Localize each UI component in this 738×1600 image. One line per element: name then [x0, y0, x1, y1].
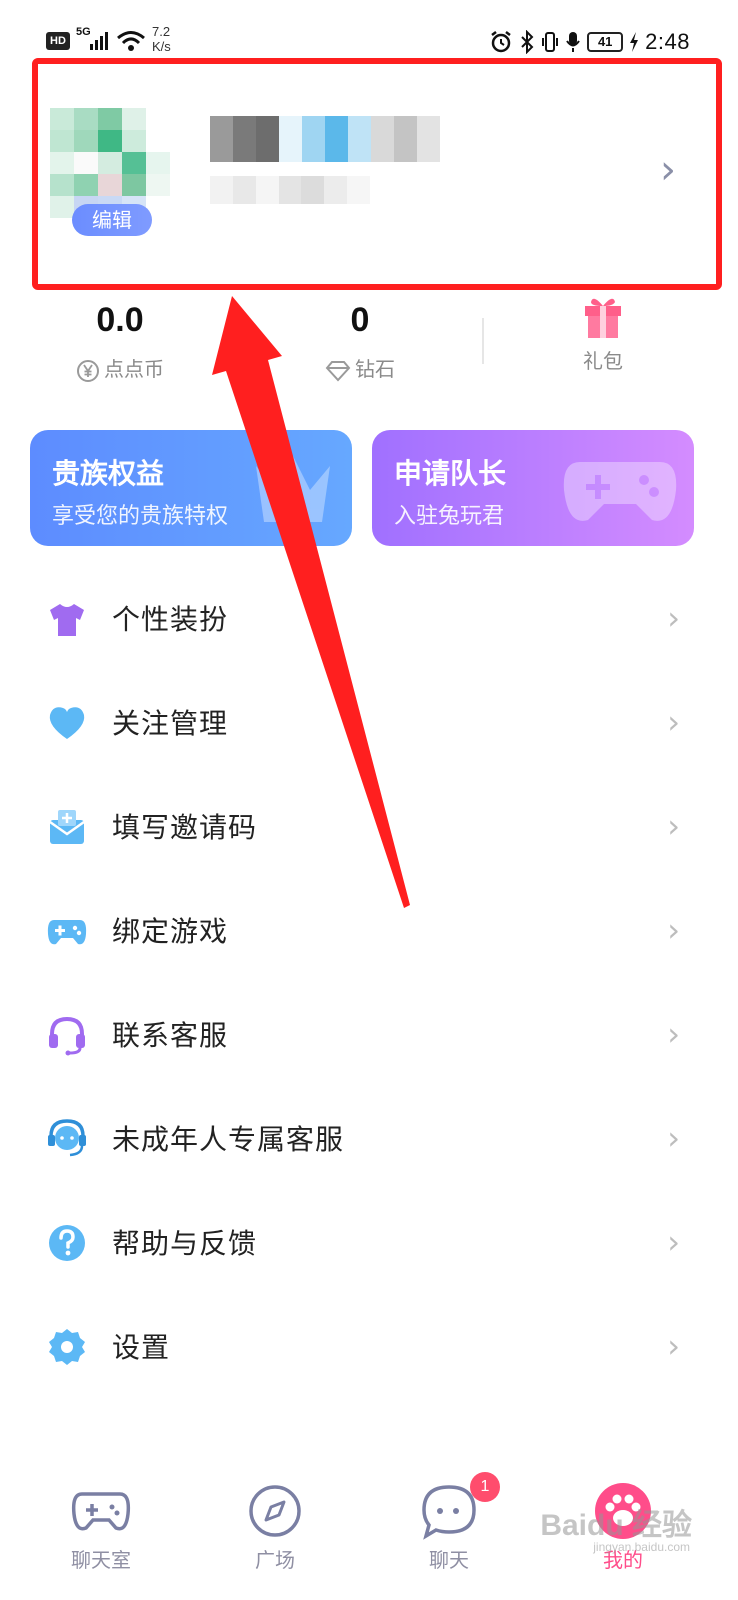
- invite-mail-icon: [46, 806, 88, 848]
- menu-label: 填写邀请码: [112, 811, 258, 844]
- gift-label: 礼包: [583, 349, 623, 373]
- apply-captain-banner[interactable]: 申请队长 入驻兔玩君: [372, 430, 694, 546]
- user-id-blurred: [210, 176, 370, 204]
- vip-banner-title: 贵族权益: [52, 457, 165, 490]
- tab-label: 广场: [255, 1548, 295, 1572]
- nickname-blurred: [210, 116, 440, 162]
- avatar[interactable]: [50, 108, 170, 218]
- menu-item-outfit[interactable]: 个性装扮 ›: [0, 566, 738, 670]
- menu-label: 绑定游戏: [112, 915, 229, 948]
- menu-label: 联系客服: [112, 1019, 229, 1052]
- edit-profile-button[interactable]: 编辑: [72, 204, 152, 236]
- battery-indicator: 41: [587, 32, 624, 52]
- chevron-right-icon[interactable]: ›: [660, 150, 676, 190]
- chevron-right-icon: ›: [667, 599, 680, 637]
- vibrate-icon: [542, 32, 559, 52]
- diamonds-label: 钻石: [355, 357, 395, 381]
- signal-icon: [90, 32, 108, 50]
- chevron-right-icon: ›: [667, 911, 680, 949]
- chevron-right-icon: ›: [667, 1119, 680, 1157]
- mic-icon: [566, 32, 581, 52]
- diamonds-label-row: 钻石: [300, 354, 420, 384]
- network-speed: 7.2 K/s: [152, 24, 171, 54]
- status-right-group: 41 2:48: [489, 28, 690, 56]
- gamepad-tab-icon: [70, 1480, 132, 1542]
- wifi-icon: [117, 31, 145, 51]
- menu-label: 帮助与反馈: [112, 1227, 258, 1260]
- coins-label-row: 点点币: [60, 354, 180, 384]
- settings-icon: [46, 1326, 88, 1368]
- stat-gift[interactable]: 礼包: [548, 292, 658, 376]
- compass-icon: [244, 1480, 306, 1542]
- tab-square[interactable]: 广场: [220, 1470, 330, 1590]
- chevron-right-icon: ›: [667, 703, 680, 741]
- vip-banner-subtitle: 享受您的贵族特权: [52, 504, 229, 529]
- captain-banner-subtitle: 入驻兔玩君: [394, 504, 505, 529]
- menu-item-help-feedback[interactable]: 帮助与反馈 ›: [0, 1190, 738, 1294]
- captain-banner-title: 申请队长: [394, 457, 507, 490]
- gift-icon: [585, 298, 621, 338]
- diamond-icon: [325, 360, 351, 381]
- chevron-right-icon: ›: [667, 807, 680, 845]
- menu-label: 未成年人专属客服: [112, 1123, 345, 1156]
- crown-icon: [256, 456, 330, 522]
- tab-chatroom[interactable]: 聊天室: [46, 1470, 156, 1590]
- stats-divider: [482, 318, 484, 364]
- gamepad-icon: [46, 910, 88, 952]
- diamonds-value: 0: [350, 301, 370, 339]
- status-bar: HD 5G 7.2 K/s 41 2:48: [0, 0, 738, 58]
- chevron-right-icon: ›: [667, 1327, 680, 1365]
- baidu-watermark: Baidu 经验: [540, 1509, 692, 1542]
- chevron-right-icon: ›: [667, 1223, 680, 1261]
- vip-benefits-banner[interactable]: 贵族权益 享受您的贵族特权: [30, 430, 352, 546]
- menu-item-follow-management[interactable]: 关注管理 ›: [0, 670, 738, 774]
- service-agent-icon: [46, 1118, 88, 1160]
- heart-icon: [46, 702, 88, 744]
- coins-label: 点点币: [104, 357, 164, 381]
- yen-coin-icon: [77, 359, 99, 382]
- menu-label: 设置: [112, 1331, 171, 1364]
- help-icon: [46, 1222, 88, 1264]
- shirt-icon: [46, 598, 88, 640]
- gamepad-art-icon: [563, 462, 677, 521]
- baidu-watermark-url: jingyan.baidu.com: [593, 1540, 690, 1554]
- menu-label: 个性装扮: [112, 603, 229, 636]
- tab-label: 聊天: [429, 1548, 469, 1572]
- profile-header[interactable]: 编辑 ›: [32, 58, 722, 290]
- alarm-icon: [491, 31, 511, 53]
- unread-badge: 1: [470, 1472, 500, 1502]
- hd-indicator: HD: [46, 32, 70, 50]
- menu-label: 关注管理: [112, 707, 229, 740]
- charging-icon: [630, 32, 639, 52]
- menu-item-invite-code[interactable]: 填写邀请码 ›: [0, 774, 738, 878]
- bluetooth-icon: [521, 30, 534, 54]
- tab-label: 聊天室: [71, 1548, 131, 1572]
- chat-icon: 1: [418, 1472, 500, 1542]
- menu-item-contact-service[interactable]: 联系客服 ›: [0, 982, 738, 1086]
- menu-item-bind-game[interactable]: 绑定游戏 ›: [0, 878, 738, 982]
- menu-item-settings[interactable]: 设置 ›: [0, 1294, 738, 1398]
- headset-icon: [46, 1014, 88, 1056]
- tab-chat[interactable]: 1 聊天: [394, 1470, 504, 1590]
- stat-diamonds[interactable]: 0 钻石: [300, 300, 420, 384]
- coins-value: 0.0: [96, 301, 144, 339]
- clock: 2:48: [645, 29, 690, 54]
- chevron-right-icon: ›: [667, 1015, 680, 1053]
- menu-item-minor-service[interactable]: 未成年人专属客服 ›: [0, 1086, 738, 1190]
- stat-coins[interactable]: 0.0 点点币: [60, 300, 180, 384]
